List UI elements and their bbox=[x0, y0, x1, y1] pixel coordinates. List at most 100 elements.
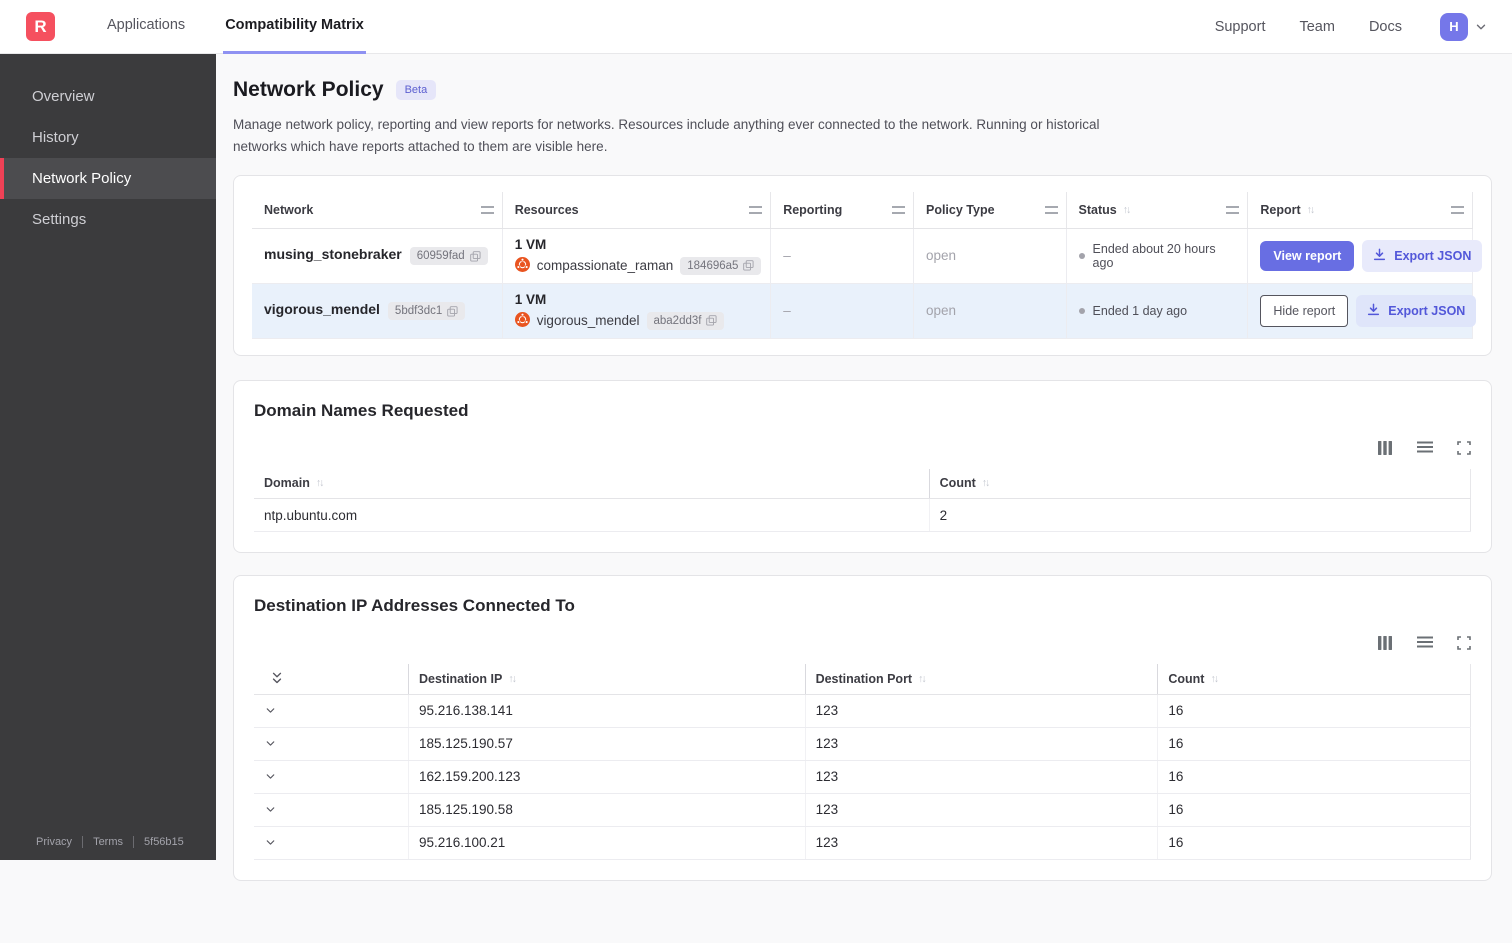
chevron-down-icon[interactable] bbox=[1474, 20, 1488, 34]
sort-icon[interactable]: ↑↓ bbox=[1210, 673, 1219, 685]
domains-card: Domain Names Requested Domain↑↓ Count↑↓ … bbox=[233, 380, 1492, 554]
sidebar-item-settings[interactable]: Settings bbox=[0, 199, 216, 240]
divider bbox=[82, 836, 83, 848]
row-density-icon[interactable] bbox=[1417, 636, 1433, 650]
status-dot bbox=[1079, 253, 1085, 259]
domain-value: ntp.ubuntu.com bbox=[254, 499, 929, 532]
table-toolbar bbox=[254, 441, 1471, 455]
sidebar-items: Overview History Network Policy Settings bbox=[0, 54, 216, 240]
resource-name: vigorous_mendel bbox=[537, 313, 640, 328]
sort-icon[interactable]: ↑↓ bbox=[1123, 204, 1132, 216]
nav-link-support[interactable]: Support bbox=[1215, 19, 1266, 35]
terms-link[interactable]: Terms bbox=[93, 836, 123, 848]
app-logo[interactable]: R bbox=[26, 12, 55, 41]
sidebar-footer: Privacy Terms 5f56b15 bbox=[0, 822, 216, 860]
tab-compatibility-matrix[interactable]: Compatibility Matrix bbox=[223, 0, 366, 54]
privacy-link[interactable]: Privacy bbox=[36, 836, 72, 848]
tab-applications[interactable]: Applications bbox=[105, 0, 187, 54]
double-chevron-down-icon[interactable] bbox=[264, 671, 400, 686]
nav-link-docs[interactable]: Docs bbox=[1369, 19, 1402, 35]
column-resize-handle[interactable] bbox=[1045, 206, 1058, 214]
count-value: 16 bbox=[1158, 826, 1471, 859]
sort-icon[interactable]: ↑↓ bbox=[316, 477, 325, 489]
fullscreen-icon[interactable] bbox=[1457, 636, 1471, 650]
export-json-button[interactable]: Export JSON bbox=[1356, 295, 1476, 327]
columns-icon[interactable] bbox=[1378, 636, 1393, 650]
main-content: Network Policy Beta Manage network polic… bbox=[216, 54, 1512, 943]
sort-icon[interactable]: ↑↓ bbox=[508, 673, 517, 685]
port-value: 123 bbox=[805, 793, 1158, 826]
col-header-resources: Resources bbox=[502, 192, 771, 228]
col-header-domain[interactable]: Domain↑↓ bbox=[254, 469, 929, 499]
navbar-right: Support Team Docs H bbox=[1215, 13, 1488, 41]
ip-row: 95.216.138.141 123 16 bbox=[254, 694, 1471, 727]
export-json-button[interactable]: Export JSON bbox=[1362, 240, 1482, 272]
network-row: musing_stonebraker60959fad 1 VM compassi… bbox=[252, 228, 1473, 283]
download-icon bbox=[1373, 248, 1386, 264]
copy-icon[interactable] bbox=[706, 315, 717, 326]
ip-value: 95.216.100.21 bbox=[408, 826, 805, 859]
ubuntu-icon bbox=[515, 312, 530, 330]
col-header-destination-ip[interactable]: Destination IP↑↓ bbox=[408, 664, 805, 694]
page-description: Manage network policy, reporting and vie… bbox=[233, 114, 1111, 157]
sort-icon[interactable]: ↑↓ bbox=[1307, 204, 1316, 216]
network-name: vigorous_mendel bbox=[264, 301, 380, 317]
col-header-report[interactable]: Report↑↓ bbox=[1248, 192, 1473, 228]
copy-icon[interactable] bbox=[743, 260, 754, 271]
chevron-down-icon[interactable] bbox=[264, 737, 398, 750]
column-resize-handle[interactable] bbox=[1226, 206, 1239, 214]
ip-value: 185.125.190.57 bbox=[408, 727, 805, 760]
sort-icon[interactable]: ↑↓ bbox=[918, 673, 927, 685]
sidebar-item-network-policy[interactable]: Network Policy bbox=[0, 158, 216, 199]
col-header-status[interactable]: Status↑↓ bbox=[1066, 192, 1248, 228]
count-value: 16 bbox=[1158, 760, 1471, 793]
networks-card: Network Resources Reporting Policy Type … bbox=[233, 175, 1492, 356]
download-icon bbox=[1367, 303, 1380, 319]
sort-icon[interactable]: ↑↓ bbox=[982, 477, 991, 489]
sidebar-item-overview[interactable]: Overview bbox=[0, 76, 216, 117]
chevron-down-icon[interactable] bbox=[264, 704, 398, 717]
network-row: vigorous_mendel5bdf3dc1 1 VM vigorous_me… bbox=[252, 283, 1473, 338]
col-header-expand-all bbox=[254, 664, 408, 694]
resource-id-badge: 184696a5 bbox=[680, 257, 761, 275]
col-header-count[interactable]: Count↑↓ bbox=[1158, 664, 1471, 694]
network-name: musing_stonebraker bbox=[264, 246, 402, 262]
view-report-button[interactable]: View report bbox=[1260, 241, 1354, 271]
column-resize-handle[interactable] bbox=[481, 206, 494, 214]
ip-row: 162.159.200.123 123 16 bbox=[254, 760, 1471, 793]
port-value: 123 bbox=[805, 826, 1158, 859]
destination-ips-card-title: Destination IP Addresses Connected To bbox=[254, 596, 1471, 616]
avatar[interactable]: H bbox=[1440, 13, 1468, 41]
chevron-down-icon[interactable] bbox=[264, 803, 398, 816]
copy-icon[interactable] bbox=[470, 251, 481, 262]
col-header-policy-type: Policy Type bbox=[913, 192, 1066, 228]
chevron-down-icon[interactable] bbox=[264, 770, 398, 783]
destination-ips-card: Destination IP Addresses Connected To De… bbox=[233, 575, 1492, 881]
column-resize-handle[interactable] bbox=[892, 206, 905, 214]
user-menu[interactable]: H bbox=[1440, 13, 1488, 41]
chevron-down-icon[interactable] bbox=[264, 836, 398, 849]
ip-value: 162.159.200.123 bbox=[408, 760, 805, 793]
col-header-count[interactable]: Count↑↓ bbox=[929, 469, 1470, 499]
count-value: 16 bbox=[1158, 793, 1471, 826]
col-header-network: Network bbox=[252, 192, 502, 228]
hide-report-button[interactable]: Hide report bbox=[1260, 295, 1348, 327]
row-density-icon[interactable] bbox=[1417, 441, 1433, 455]
sidebar-item-history[interactable]: History bbox=[0, 117, 216, 158]
vm-count: 1 VM bbox=[515, 237, 761, 252]
ubuntu-icon bbox=[515, 257, 530, 275]
nav-link-team[interactable]: Team bbox=[1299, 19, 1334, 35]
col-header-destination-port[interactable]: Destination Port↑↓ bbox=[805, 664, 1158, 694]
network-id-badge: 60959fad bbox=[410, 247, 488, 265]
policy-type-value: open bbox=[913, 283, 1066, 338]
page-title: Network Policy bbox=[233, 78, 384, 102]
column-resize-handle[interactable] bbox=[749, 206, 762, 214]
fullscreen-icon[interactable] bbox=[1457, 441, 1471, 455]
divider bbox=[133, 836, 134, 848]
port-value: 123 bbox=[805, 727, 1158, 760]
column-resize-handle[interactable] bbox=[1451, 206, 1464, 214]
columns-icon[interactable] bbox=[1378, 441, 1393, 455]
count-value: 2 bbox=[929, 499, 1470, 532]
ip-row: 95.216.100.21 123 16 bbox=[254, 826, 1471, 859]
copy-icon[interactable] bbox=[447, 306, 458, 317]
